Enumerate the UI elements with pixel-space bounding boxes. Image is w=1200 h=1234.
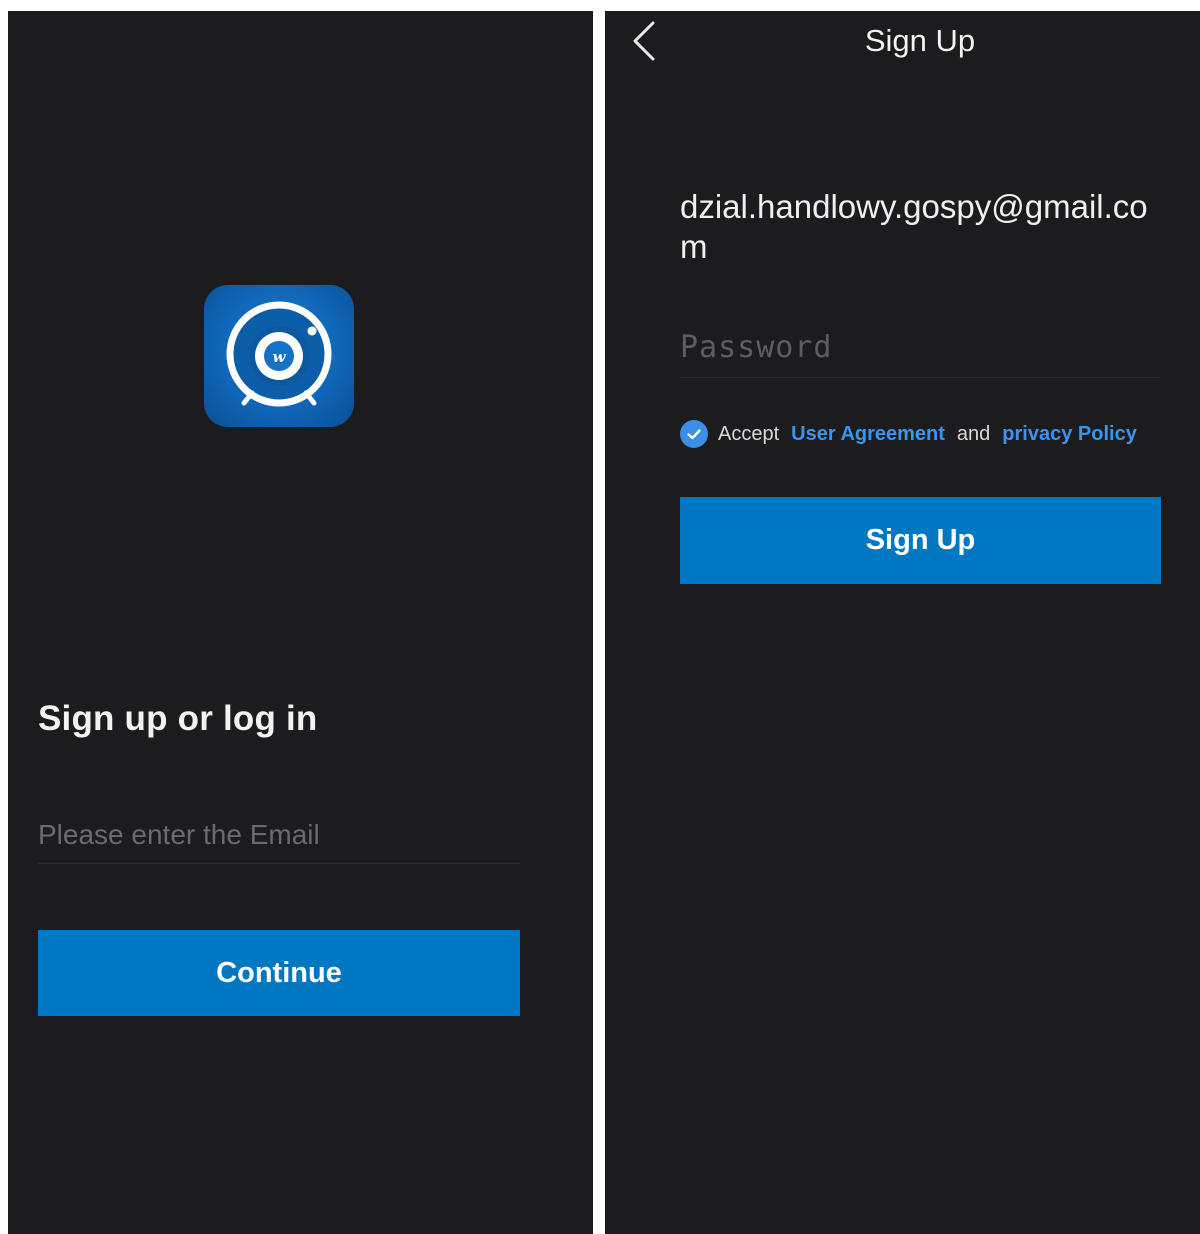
accept-label: Accept: [718, 422, 780, 445]
email-input[interactable]: [38, 807, 520, 864]
and-label: and: [956, 422, 991, 445]
svg-text:w: w: [273, 348, 287, 366]
sign-up-button[interactable]: Sign Up: [680, 497, 1161, 584]
user-agreement-link[interactable]: User Agreement: [791, 423, 945, 446]
checkbox-checked-icon[interactable]: [680, 420, 708, 448]
email-display: dzial.handlowy.gospy@gmail.com: [680, 188, 1148, 265]
privacy-policy-link[interactable]: privacy Policy: [1002, 423, 1137, 446]
header-title: Sign Up: [864, 23, 976, 58]
continue-button[interactable]: Continue: [38, 930, 520, 1016]
accept-terms-row: Accept User Agreement and privacy Policy: [680, 418, 1137, 450]
password-field[interactable]: [680, 317, 1160, 378]
camera-app-logo-icon: w: [204, 285, 354, 427]
login-screen: w Sign up or log in Continue: [8, 11, 593, 1234]
page-title: Sign up or log in: [38, 699, 318, 738]
signup-screen: Sign Up dzial.handlowy.gospy@gmail.com A…: [605, 11, 1200, 1234]
